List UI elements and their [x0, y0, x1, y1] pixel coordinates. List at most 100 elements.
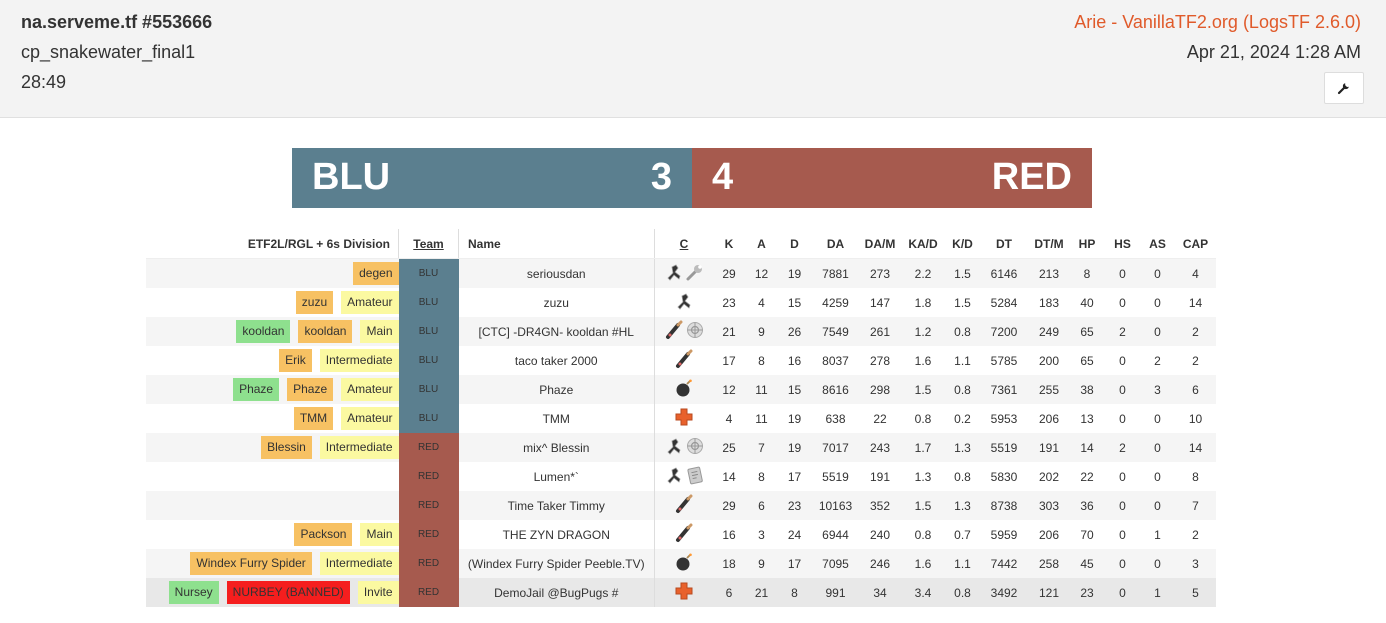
assists-header[interactable]: A [745, 229, 778, 259]
player-name[interactable]: zuzu [459, 288, 655, 317]
division-cell: TMM Amateur [146, 404, 399, 433]
player-name[interactable]: Lumen*` [459, 462, 655, 491]
player-name[interactable]: (Windex Furry Spider Peeble.TV) [458, 549, 655, 578]
dtm-cell: 213 [1029, 258, 1069, 288]
deaths-cell: 8 [778, 578, 811, 607]
healthpacks-header[interactable]: HP [1069, 229, 1105, 259]
player-name[interactable]: Time Taker Timmy [458, 491, 655, 520]
kad-cell: 0.8 [914, 411, 932, 426]
dpm-header[interactable]: DA/M [860, 229, 900, 259]
player-name[interactable]: TMM [459, 404, 655, 433]
division-tag: Blessin [261, 436, 312, 459]
captures-cell: 4 [1175, 258, 1216, 288]
player-name[interactable]: Phaze [458, 375, 655, 404]
kad-cell: 2.2 [900, 258, 946, 288]
team-cell: BLU [398, 404, 459, 433]
healthpacks-cell: 40 [1080, 295, 1094, 310]
airshots-cell: 0 [1140, 491, 1175, 520]
division-tag: Intermediate [319, 436, 399, 459]
dtm-header[interactable]: DT/M [1029, 229, 1069, 259]
division-tag: Main [360, 523, 399, 546]
dpm-cell: 278 [869, 353, 891, 368]
headshots-cell: 0 [1105, 491, 1140, 520]
player-name[interactable]: seriousdan [458, 258, 655, 288]
team-header[interactable]: Team [398, 229, 459, 259]
damage-taken-cell: 5830 [990, 469, 1018, 484]
player-row: kooldan kooldan Main BLU [CTC] -DR4GN- koold… [146, 317, 1216, 346]
deaths-cell: 23 [778, 491, 811, 520]
kills-cell: 18 [713, 549, 745, 578]
damage-taken-cell: 5785 [990, 353, 1018, 368]
player-row: Windex Furry Spider Intermediate RED (Winde… [146, 549, 1216, 578]
player-name[interactable]: taco taker 2000 [459, 346, 655, 375]
dtm-cell: 249 [1029, 317, 1069, 346]
headshots-cell: 0 [1105, 258, 1140, 288]
healthpacks-cell: 70 [1080, 527, 1094, 542]
division-cell: zuzu Amateur [146, 288, 399, 317]
captures-cell: 8 [1192, 469, 1199, 484]
damage-cell: 6944 [822, 527, 849, 542]
dpm-cell: 22 [873, 411, 887, 426]
assists-cell: 8 [758, 469, 765, 484]
kills-cell: 25 [713, 433, 745, 462]
division-cell: Windex Furry Spider Intermediate [146, 549, 399, 578]
kd-cell: 1.5 [946, 258, 979, 288]
division-cell [146, 491, 399, 520]
player-name[interactable]: DemoJail @BugPugs # [458, 578, 655, 607]
deaths-cell: 19 [787, 411, 802, 426]
healthpacks-cell: 38 [1069, 375, 1105, 404]
healthpacks-cell: 13 [1080, 411, 1094, 426]
airshots-header[interactable]: AS [1140, 229, 1175, 259]
scout-icon [664, 436, 684, 459]
dtm-cell: 206 [1038, 411, 1060, 426]
healthpacks-cell: 36 [1069, 491, 1105, 520]
headshots-header[interactable]: HS [1105, 229, 1140, 259]
kad-header[interactable]: KA/D [900, 229, 946, 259]
player-row: TMM Amateur BLU TMM 4 11 19 638 22 0.8 0.2 5953 206 1… [146, 404, 1216, 433]
player-name[interactable]: [CTC] -DR4GN- kooldan #HL [458, 317, 655, 346]
soldier-icon [664, 320, 684, 343]
match-duration: 28:49 [21, 72, 67, 92]
dpm-cell: 273 [860, 258, 900, 288]
tools-button[interactable] [1324, 72, 1364, 104]
dtm-cell: 121 [1029, 578, 1069, 607]
team-cell: BLU [398, 317, 459, 346]
kd-header[interactable]: K/D [946, 229, 979, 259]
deaths-header[interactable]: D [778, 229, 811, 259]
division-tag: Main [360, 320, 399, 343]
wrench-icon [1337, 83, 1349, 95]
kd-cell: 0.8 [946, 317, 979, 346]
class-header[interactable]: C [654, 229, 713, 259]
player-name[interactable]: mix^ Blessin [458, 433, 655, 462]
damage-taken-header[interactable]: DT [979, 229, 1029, 259]
assists-cell: 7 [745, 433, 778, 462]
player-row: RED Lumen*` 14 8 17 5519 191 1.3 0.8 5830 202 22 0 0 8 [146, 462, 1216, 491]
uploader-link[interactable]: Arie - VanillaTF2.org (LogsTF 2.6.0) [1074, 12, 1361, 33]
headshots-cell: 0 [1119, 527, 1126, 542]
class-cell [654, 578, 713, 607]
damage-taken-cell: 7200 [979, 317, 1029, 346]
assists-cell: 9 [745, 549, 778, 578]
division-tag: kooldan [298, 320, 353, 343]
healthpacks-cell: 65 [1080, 353, 1094, 368]
headshots-cell: 0 [1119, 353, 1126, 368]
dpm-cell: 246 [860, 549, 900, 578]
damage-cell: 10163 [811, 491, 860, 520]
captures-cell: 6 [1175, 375, 1216, 404]
class-cell [654, 404, 713, 433]
damage-taken-cell: 3492 [979, 578, 1029, 607]
table-header-row: ETF2L/RGL + 6s Division Team Name C K A … [146, 229, 1216, 259]
dpm-cell: 240 [869, 527, 891, 542]
damage-cell: 5519 [822, 469, 849, 484]
player-name[interactable]: THE ZYN DRAGON [459, 520, 655, 549]
kills-header[interactable]: K [713, 229, 745, 259]
match-date: Apr 21, 2024 1:28 AM [1186, 42, 1361, 62]
headshots-cell: 0 [1119, 295, 1126, 310]
name-header[interactable]: Name [458, 229, 655, 259]
damage-header[interactable]: DA [811, 229, 860, 259]
captures-header[interactable]: CAP [1175, 229, 1216, 259]
assists-cell: 6 [745, 491, 778, 520]
airshots-cell: 1 [1140, 578, 1175, 607]
kad-cell: 3.4 [900, 578, 946, 607]
deaths-cell: 16 [787, 353, 802, 368]
